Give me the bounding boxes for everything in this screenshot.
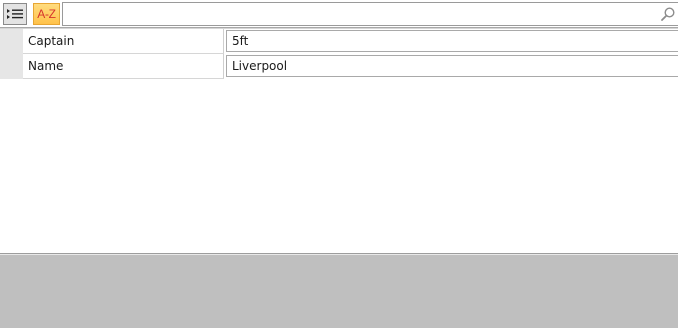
alphabetical-label: A-Z <box>37 7 56 21</box>
property-row-captain[interactable]: Captain 5ft <box>0 29 678 54</box>
property-row-name[interactable]: Name Liverpool <box>0 54 678 79</box>
search-input[interactable] <box>65 4 650 24</box>
description-pane <box>0 255 678 328</box>
categorized-view-button[interactable] <box>3 3 27 25</box>
search-icon[interactable] <box>660 6 676 22</box>
property-value-field[interactable]: 5ft <box>226 30 678 52</box>
property-list: Captain 5ft Name Liverpool <box>0 28 678 253</box>
alphabetical-view-button[interactable]: A-Z <box>33 3 60 25</box>
property-value-field[interactable]: Liverpool <box>226 55 678 77</box>
search-box <box>62 2 678 26</box>
property-name: Name <box>23 54 224 79</box>
property-grid-window: A-Z Captain 5ft Name Liverpool <box>0 0 678 328</box>
row-gutter <box>0 29 23 54</box>
property-grid-toolbar: A-Z <box>0 0 678 28</box>
categorized-list-icon <box>7 9 23 19</box>
property-name: Captain <box>23 29 224 54</box>
row-gutter <box>0 54 23 79</box>
